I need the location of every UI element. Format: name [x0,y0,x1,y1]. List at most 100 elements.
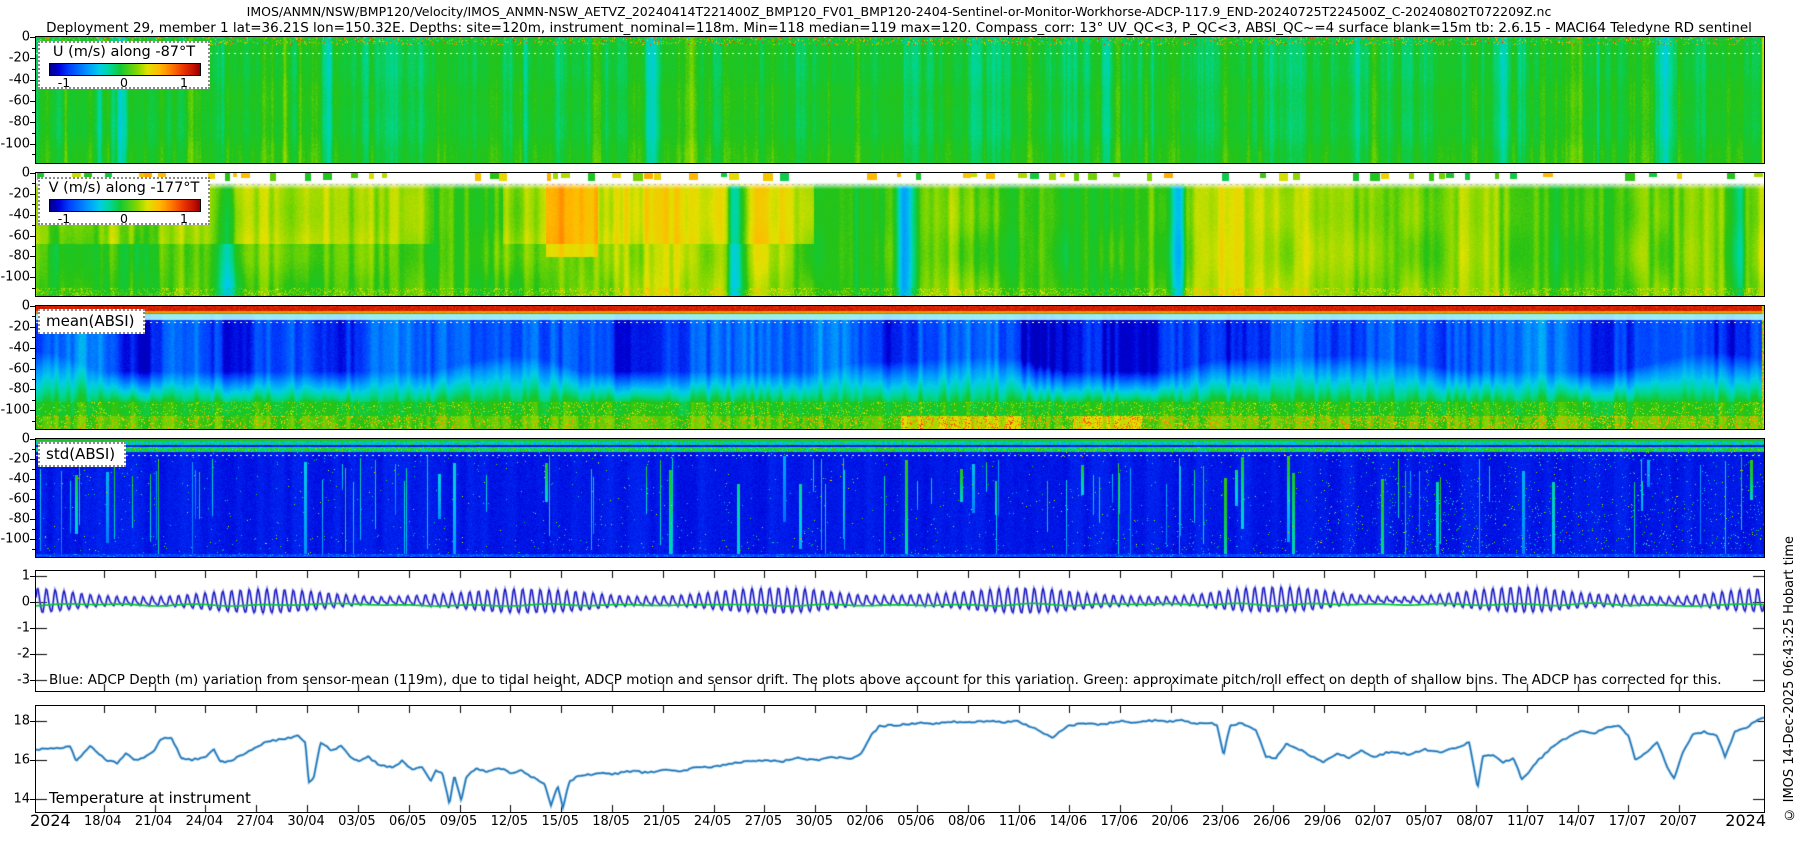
x-tick-label: 29/06 [1304,814,1341,829]
y-tick-label: 0 [0,166,30,181]
x-tick-label: 18/04 [84,814,121,829]
y-tick-label: -80 [0,512,30,527]
y-tick-label: -100 [0,136,30,151]
y-tick-label: -80 [0,249,30,264]
x-tick-label: 20/07 [1660,814,1697,829]
y-minor-tick-mark [32,549,35,550]
y-tick-label: -40 [0,207,30,222]
y-tick-label: -60 [0,94,30,109]
y-tick-mark [30,144,35,145]
y-tick-mark [30,654,35,655]
x-tick-label: 21/04 [135,814,172,829]
y-tick-label: -60 [0,228,30,243]
x-tick-label: 14/07 [1558,814,1595,829]
y-tick-label: -20 [0,51,30,66]
y-tick-label: 16 [0,752,30,767]
v-velocity-heatmap-canvas [36,173,1764,296]
y-tick-mark [30,499,35,500]
u-colorbar-tick-max: 1 [180,75,188,90]
y-tick-mark [30,58,35,59]
y-minor-tick-mark [32,246,35,247]
y-minor-tick-mark [32,183,35,184]
y-tick-mark [30,306,35,307]
y-tick-label: -100 [0,270,30,285]
y-minor-tick-mark [32,469,35,470]
x-tick-label: 26/06 [1253,814,1290,829]
std-absi-heatmap-canvas [36,439,1764,557]
y-tick-mark [30,236,35,237]
x-tick-label: 06/05 [389,814,426,829]
y-tick-mark [30,327,35,328]
u-colorbar-tick-zero: 0 [120,75,128,90]
y-tick-mark [30,439,35,440]
y-minor-tick-mark [32,154,35,155]
x-tick-label: 11/07 [1507,814,1544,829]
y-minor-tick-mark [32,337,35,338]
temperature-label: Temperature at instrument [49,789,251,807]
u-colorbar-tick-min: -1 [58,75,70,90]
u-velocity-heatmap-canvas [36,37,1764,163]
y-minor-tick-mark [32,316,35,317]
y-tick-label: -60 [0,361,30,376]
v-colorbar-tick-min: -1 [58,211,70,226]
adcp-figure-root: IMOS/ANMN/NSW/BMP120/Velocity/IMOS_ANMN-… [0,0,1800,850]
y-minor-tick-mark [32,449,35,450]
y-minor-tick-mark [32,288,35,289]
y-minor-tick-mark [32,509,35,510]
x-tick-label: 11/06 [999,814,1036,829]
y-minor-tick-mark [32,489,35,490]
x-tick-label: 14/06 [1050,814,1087,829]
std-absi-label: std(ABSI) [38,442,126,467]
x-tick-label: 24/04 [186,814,223,829]
y-tick-mark [30,721,35,722]
y-tick-label: 1 [0,569,30,584]
x-tick-label: 02/07 [1355,814,1392,829]
x-tick-label: 03/05 [338,814,375,829]
y-minor-tick-mark [32,204,35,205]
y-tick-label: 0 [0,299,30,314]
x-tick-label: 15/05 [541,814,578,829]
y-tick-mark [30,519,35,520]
y-tick-label: -40 [0,340,30,355]
x-tick-label: 30/05 [796,814,833,829]
x-tick-label: 27/05 [745,814,782,829]
u-colorbar-legend: U (m/s) along -87°T -1 0 1 [38,41,210,89]
y-tick-mark [30,760,35,761]
y-tick-mark [30,277,35,278]
y-tick-label: -20 [0,186,30,201]
y-minor-tick-mark [32,112,35,113]
y-tick-mark [30,628,35,629]
x-tick-label: 12/05 [491,814,528,829]
y-tick-label: -100 [0,532,30,547]
mean-absi-heatmap-canvas [36,306,1764,429]
x-tick-label: 18/05 [592,814,629,829]
v-colorbar-title: V (m/s) along -177°T [40,180,208,196]
x-tick-label: 20/06 [1151,814,1188,829]
x-tick-label: 24/05 [694,814,731,829]
figure-title-filename: IMOS/ANMN/NSW/BMP120/Velocity/IMOS_ANMN-… [35,4,1763,19]
temperature-canvas [36,706,1764,812]
y-tick-label: -80 [0,115,30,130]
y-minor-tick-mark [32,267,35,268]
y-tick-mark [30,369,35,370]
x-tick-label: 30/04 [287,814,324,829]
x-tick-label: 09/05 [440,814,477,829]
y-tick-label: 18 [0,714,30,729]
y-minor-tick-mark [32,90,35,91]
y-tick-label: 0 [0,432,30,447]
x-tick-label: 17/06 [1101,814,1138,829]
x-tick-label: 08/06 [948,814,985,829]
x-tick-label: 05/07 [1405,814,1442,829]
panel-mean-absi: mean(ABSI) [35,305,1765,430]
mean-absi-label: mean(ABSI) [38,309,145,334]
x-tick-label: 27/04 [237,814,274,829]
y-minor-tick-mark [32,421,35,422]
panel-v-velocity: V (m/s) along -177°T -1 0 1 [35,172,1765,297]
x-tick-label: 23/06 [1202,814,1239,829]
panel-depth-variation: Blue: ADCP Depth (m) variation from sens… [35,570,1765,692]
y-tick-mark [30,459,35,460]
x-tick-label: 05/06 [897,814,934,829]
y-tick-label: -40 [0,72,30,87]
x-tick-label: 02/06 [846,814,883,829]
y-tick-label: -1 [0,621,30,636]
